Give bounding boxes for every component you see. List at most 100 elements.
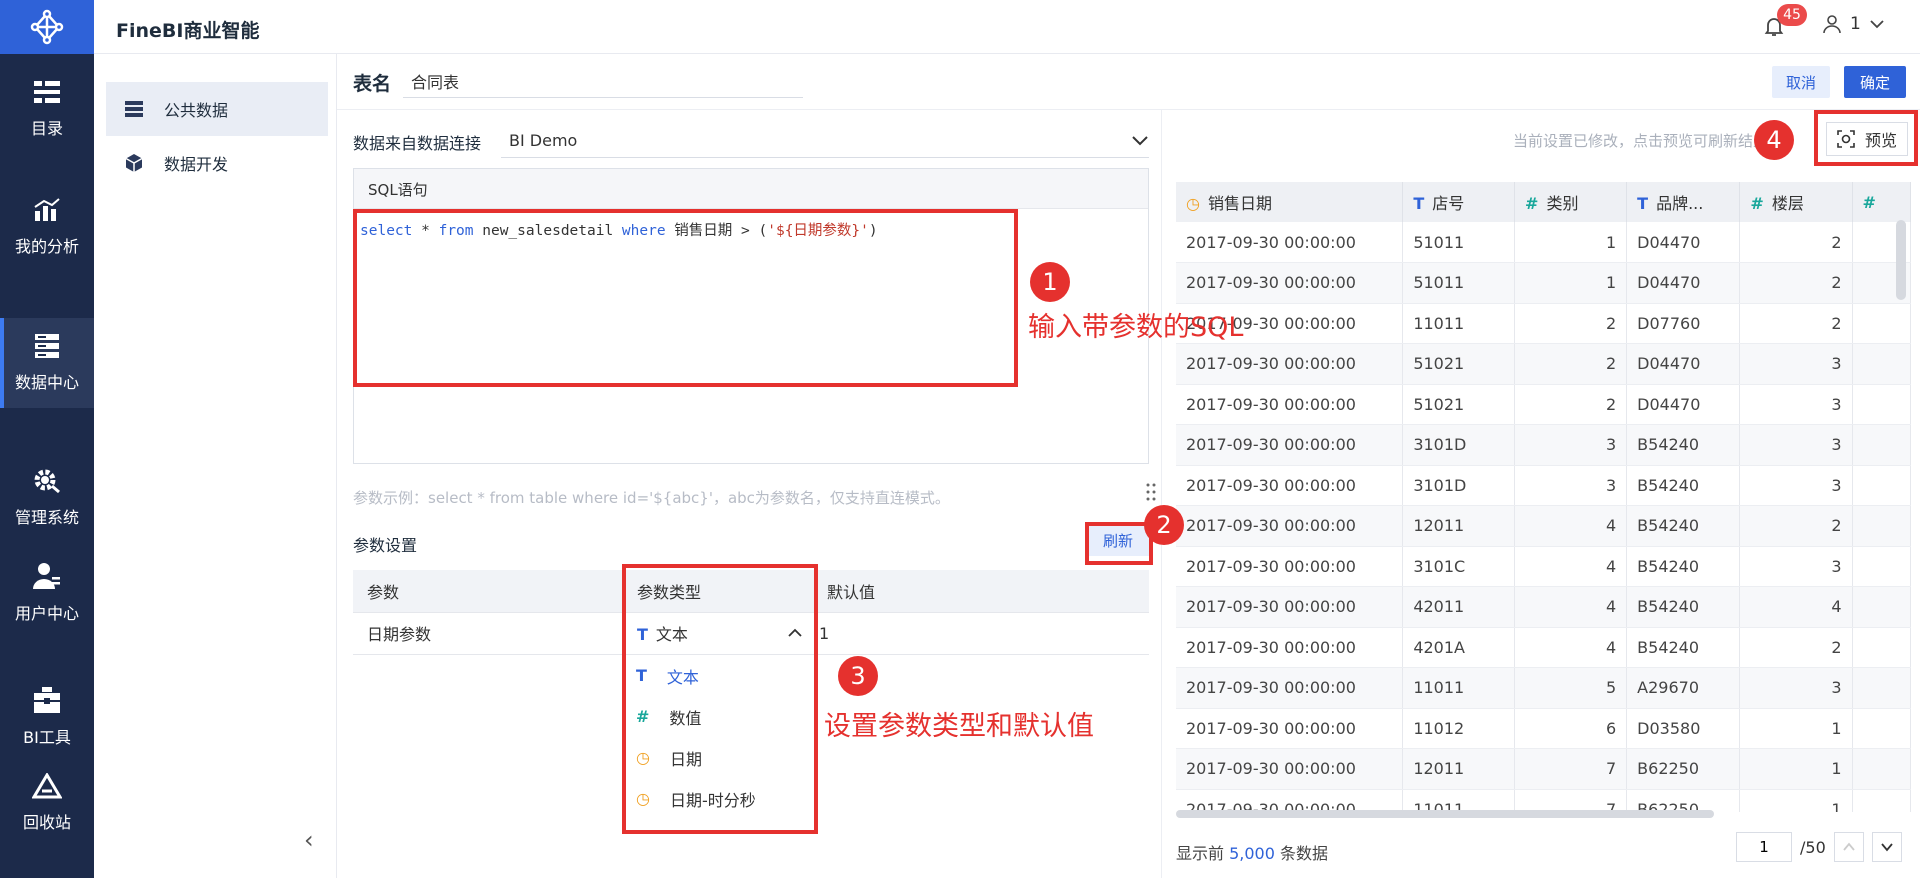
table-cell: 2017-09-30 00:00:00 bbox=[1176, 748, 1404, 790]
table-cell: 2 bbox=[1514, 384, 1628, 425]
user-icon bbox=[1823, 15, 1841, 34]
table-cell: 51021 bbox=[1402, 343, 1516, 385]
table-cell: 2017-09-30 00:00:00 bbox=[1176, 384, 1404, 425]
editor-header: 表名 取消 确定 bbox=[337, 54, 1920, 110]
number-type-icon: # bbox=[1525, 194, 1539, 213]
column-label: 类别 bbox=[1546, 194, 1579, 213]
option-date[interactable]: ◷ 日期 bbox=[622, 737, 812, 778]
table-cell: 1 bbox=[1514, 262, 1628, 304]
page-total: /50 bbox=[1800, 837, 1826, 857]
data-source-select[interactable]: BI Demo bbox=[501, 124, 1149, 158]
row-count: 5,000 bbox=[1229, 844, 1275, 863]
column-label: 销售日期 bbox=[1207, 194, 1272, 213]
nav-item-catalog[interactable]: 目录 bbox=[0, 64, 94, 154]
user-menu[interactable]: 1 bbox=[1822, 14, 1885, 34]
drag-handle-icon[interactable] bbox=[1145, 482, 1157, 502]
table-cell: 51011 bbox=[1402, 222, 1516, 263]
column-header[interactable]: T 品牌... bbox=[1626, 182, 1741, 222]
nav-item-recycle-bin[interactable]: 回收站 bbox=[0, 758, 94, 848]
column-label: 楼层 bbox=[1771, 194, 1804, 213]
preview-panel: 当前设置已修改，点击预览可刷新结果 预览 ◷ 销售日期 T 店号 # 类别 T 品牌..… bbox=[1162, 110, 1920, 878]
sidebar-item-label: 公共数据 bbox=[164, 101, 229, 120]
sql-text: new_salesdetail bbox=[473, 223, 622, 239]
nav-label: 回收站 bbox=[22, 813, 71, 832]
table-row: 日期参数 T 文本 1 bbox=[353, 612, 1149, 655]
recycle-icon bbox=[32, 773, 62, 799]
column-header: 默认值 bbox=[813, 570, 1149, 613]
toolbox-icon bbox=[34, 687, 60, 713]
column-header[interactable]: # 楼层 bbox=[1739, 182, 1853, 222]
table-cell: 2 bbox=[1739, 222, 1853, 263]
option-number[interactable]: # 数值 bbox=[622, 696, 812, 737]
option-datetime[interactable]: ◷ 日期-时分秒 bbox=[622, 778, 812, 819]
column-header[interactable]: T 店号 bbox=[1402, 182, 1516, 222]
confirm-button[interactable]: 确定 bbox=[1844, 66, 1906, 98]
nav-label: BI工具 bbox=[23, 728, 71, 747]
table-cell: A29670 bbox=[1626, 667, 1741, 709]
table-cell: 3 bbox=[1514, 465, 1628, 506]
nav-item-analysis[interactable]: 我的分析 bbox=[0, 182, 94, 272]
annotation-note-1: 输入带参数的SQL bbox=[1028, 312, 1244, 343]
nav-item-bi-tools[interactable]: BI工具 bbox=[0, 672, 94, 762]
table-name-input[interactable] bbox=[403, 64, 803, 98]
sql-text: * bbox=[412, 223, 439, 239]
nav-item-admin[interactable]: 管理系统 bbox=[0, 452, 94, 542]
column-header: 参数 bbox=[353, 570, 623, 613]
sidebar-item-data-dev[interactable]: 数据开发 bbox=[106, 136, 328, 190]
sql-param-hint: 参数示例：select * from table where id='${abc… bbox=[353, 489, 950, 507]
column-header[interactable]: ◷ 销售日期 bbox=[1176, 182, 1404, 222]
table-cell: 2017-09-30 00:00:00 bbox=[1176, 586, 1404, 628]
table-cell bbox=[1852, 303, 1911, 344]
table-cell: D03580 bbox=[1626, 708, 1741, 749]
column-header[interactable]: # 类别 bbox=[1514, 182, 1628, 222]
column-header[interactable]: # bbox=[1852, 182, 1911, 222]
vertical-scrollbar[interactable] bbox=[1896, 220, 1906, 300]
app-logo[interactable] bbox=[0, 0, 94, 54]
param-type-select[interactable]: T 文本 bbox=[623, 612, 813, 655]
option-text[interactable]: T 文本 bbox=[622, 655, 812, 696]
table-cell: 3 bbox=[1739, 424, 1853, 466]
collapse-sidebar-icon[interactable]: ‹ bbox=[304, 826, 314, 854]
table-cell: 2017-09-30 00:00:00 bbox=[1176, 424, 1404, 466]
cancel-button[interactable]: 取消 bbox=[1772, 66, 1830, 98]
sidebar-item-label: 数据开发 bbox=[164, 155, 229, 174]
param-default-input[interactable]: 1 bbox=[813, 612, 1149, 655]
sql-code[interactable]: select * from new_salesdetail where 销售日期… bbox=[354, 209, 1148, 250]
table-row: 2017-09-30 00:00:00 12011 7 B62250 1 bbox=[1176, 748, 1911, 790]
date-type-icon: ◷ bbox=[1186, 194, 1200, 213]
database-icon bbox=[125, 101, 143, 117]
table-cell: 2 bbox=[1739, 303, 1853, 344]
table-cell: 6 bbox=[1514, 708, 1628, 749]
nav-item-user-center[interactable]: 用户中心 bbox=[0, 548, 94, 638]
sql-text: ) bbox=[868, 223, 878, 239]
sidebar-item-public-data[interactable]: 公共数据 bbox=[106, 82, 328, 136]
preview-button[interactable]: 预览 bbox=[1826, 122, 1908, 156]
row-count-info: 显示前 5,000 条数据 bbox=[1176, 840, 1328, 864]
table-cell: 2017-09-30 00:00:00 bbox=[1176, 667, 1404, 709]
refresh-button[interactable]: 刷新 bbox=[1087, 524, 1149, 556]
table-cell: 2017-09-30 00:00:00 bbox=[1176, 546, 1404, 587]
datetime-type-icon: ◷ bbox=[636, 789, 650, 808]
table-cell: 42011 bbox=[1402, 586, 1516, 628]
nav-label: 管理系统 bbox=[14, 508, 79, 527]
annotation-badge-2: 2 bbox=[1144, 505, 1184, 545]
table-cell: B54240 bbox=[1626, 586, 1741, 628]
number-type-icon: # bbox=[1862, 192, 1876, 212]
table-row: 2017-09-30 00:00:00 11011 2 D07760 2 bbox=[1176, 303, 1911, 344]
annotation-note-3: 设置参数类型和默认值 bbox=[824, 711, 1094, 742]
page-input[interactable] bbox=[1736, 832, 1792, 862]
horizontal-scrollbar[interactable] bbox=[1176, 810, 1714, 818]
sql-keyword: from bbox=[438, 223, 474, 239]
table-cell: B54240 bbox=[1626, 424, 1741, 466]
option-label: 文本 bbox=[666, 667, 699, 687]
table-row: 2017-09-30 00:00:00 51021 2 D04470 3 bbox=[1176, 343, 1911, 385]
table-cell bbox=[1852, 627, 1911, 668]
nav-item-data-center[interactable]: 数据中心 bbox=[0, 318, 94, 408]
table-cell: 2 bbox=[1514, 343, 1628, 385]
prev-page-button[interactable] bbox=[1833, 832, 1864, 862]
table-cell bbox=[1852, 465, 1911, 506]
annotation-badge-4: 4 bbox=[1754, 120, 1794, 160]
top-bar: FineBI商业智能 45 1 bbox=[0, 0, 1920, 54]
next-page-button[interactable] bbox=[1871, 832, 1902, 862]
param-type-value: 文本 bbox=[655, 625, 688, 644]
